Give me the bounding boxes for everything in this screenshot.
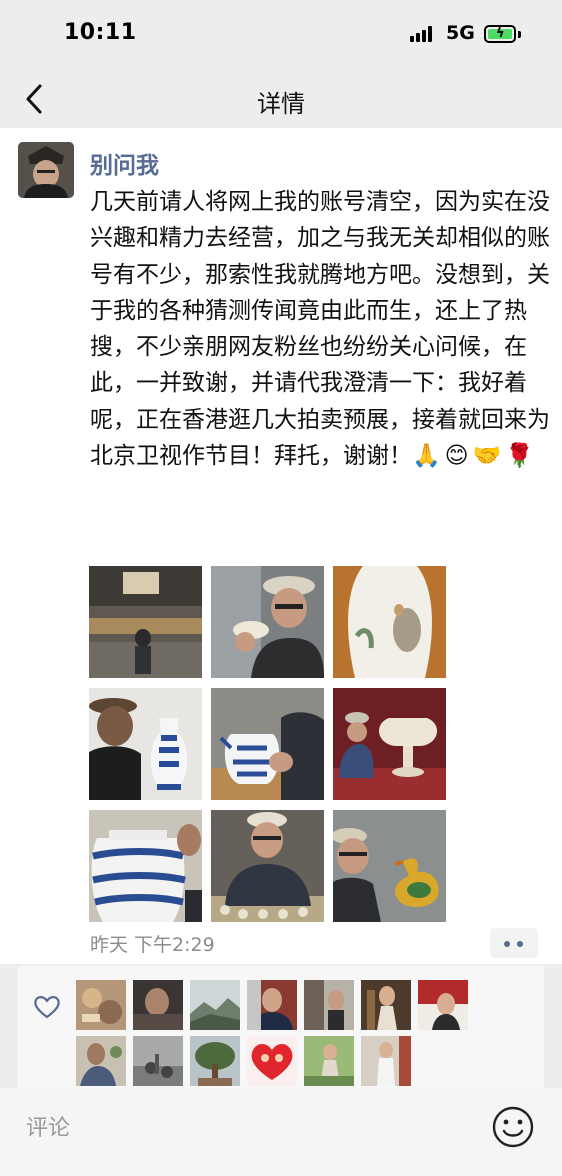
battery-cap	[518, 31, 521, 38]
photo-4[interactable]	[89, 688, 202, 800]
heart-icon	[32, 992, 62, 1022]
page-title: 详情	[257, 90, 305, 118]
like-avatar[interactable]	[304, 980, 354, 1030]
photo-grid	[89, 566, 446, 922]
likes-panel: 13	[18, 966, 544, 1088]
photo-8[interactable]	[211, 810, 324, 922]
post-emojis: 🙏😊🤝🌹	[412, 443, 538, 470]
like-avatar[interactable]	[361, 1036, 411, 1086]
like-avatar[interactable]	[76, 980, 126, 1030]
status-bar: 10:11 5G ϟ	[0, 0, 562, 70]
like-avatar[interactable]	[76, 1036, 126, 1086]
emoji-face-icon[interactable]	[490, 1104, 536, 1150]
comment-input[interactable]: 评论	[26, 1110, 70, 1142]
post-author[interactable]: 别问我	[90, 146, 159, 180]
like-avatar[interactable]	[304, 1036, 354, 1086]
like-avatar[interactable]	[247, 1036, 297, 1086]
photo-3[interactable]	[333, 566, 446, 678]
photo-7[interactable]	[89, 810, 202, 922]
photo-6[interactable]	[333, 688, 446, 800]
status-time: 10:11	[64, 20, 137, 45]
battery-icon: ϟ	[484, 25, 516, 43]
more-dots-icon[interactable]	[490, 928, 538, 958]
photo-1[interactable]	[89, 566, 202, 678]
signal-icon	[410, 26, 436, 42]
post-body: 几天前请人将网上我的账号清空，因为实在没兴趣和精力去经营，加之与我无关却相似的账…	[90, 189, 550, 470]
like-avatar[interactable]	[361, 980, 411, 1030]
like-avatar[interactable]	[133, 980, 183, 1030]
photo-9[interactable]	[333, 810, 446, 922]
network-type: 5G	[446, 22, 475, 44]
post-time: 昨天 下午2:29	[90, 934, 215, 956]
post-text: 几天前请人将网上我的账号清空，因为实在没兴趣和精力去经营，加之与我无关却相似的账…	[90, 184, 550, 474]
avatar[interactable]	[18, 142, 74, 198]
like-avatar[interactable]	[247, 980, 297, 1030]
photo-2[interactable]	[211, 566, 324, 678]
nav-bar: 详情	[0, 70, 562, 128]
like-avatar[interactable]	[133, 1036, 183, 1086]
like-avatar[interactable]	[190, 980, 240, 1030]
like-avatar[interactable]	[190, 1036, 240, 1086]
comment-bar: 评论	[0, 1088, 562, 1176]
moment-post: 别问我 几天前请人将网上我的账号清空，因为实在没兴趣和精力去经营，加之与我无关却…	[0, 128, 562, 964]
like-avatar[interactable]	[418, 980, 468, 1030]
photo-5[interactable]	[211, 688, 324, 800]
